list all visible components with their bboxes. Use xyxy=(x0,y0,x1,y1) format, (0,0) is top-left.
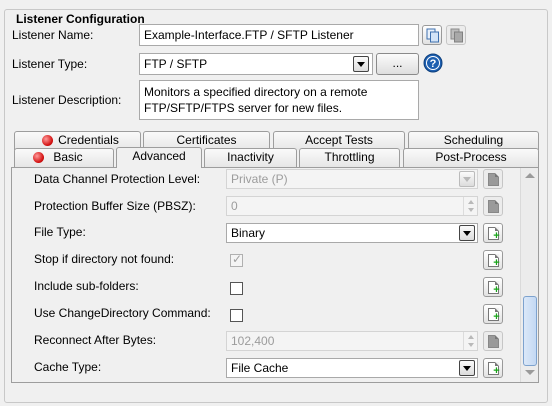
chevron-down-icon[interactable] xyxy=(353,56,369,72)
tab-basic[interactable]: Basic xyxy=(14,148,114,167)
add-property-icon xyxy=(488,173,499,186)
tab-throttling-label: Throttling xyxy=(324,150,375,164)
tab-inactivity-label: Inactivity xyxy=(227,150,274,164)
stop-if-missing-checkbox[interactable]: ✓ xyxy=(230,252,243,267)
file-type-label: File Type: xyxy=(34,225,86,239)
cache-type-value: File Cache xyxy=(231,361,289,375)
file-type-select[interactable]: Binary xyxy=(226,223,478,243)
add-property-icon xyxy=(488,200,499,213)
svg-text:?: ? xyxy=(430,58,437,70)
add-property-icon xyxy=(488,335,499,348)
copy-icon xyxy=(426,28,440,43)
chevron-down-icon[interactable] xyxy=(459,225,475,241)
data-channel-select[interactable]: Private (P) xyxy=(226,169,478,189)
group-title: Listener Configuration xyxy=(13,12,148,26)
reconnect-input[interactable]: 102,400 xyxy=(226,331,478,351)
add-property-button[interactable]: + xyxy=(483,250,503,270)
error-indicator-icon xyxy=(33,152,44,163)
reconnect-spinner[interactable] xyxy=(463,332,477,350)
scroll-down-icon[interactable] xyxy=(525,370,535,375)
use-cd-label: Use ChangeDirectory Command: xyxy=(34,306,211,320)
listener-name-input[interactable]: Example-Interface.FTP / SFTP Listener xyxy=(139,24,419,46)
help-icon[interactable]: ? xyxy=(423,53,443,73)
listener-name-label: Listener Name: xyxy=(12,28,94,42)
pbsz-label: Protection Buffer Size (PBSZ): xyxy=(34,199,196,213)
tab-accept-tests-label: Accept Tests xyxy=(305,133,373,147)
listener-type-label: Listener Type: xyxy=(12,57,88,71)
listener-description-input[interactable]: Monitors a specified directory on a remo… xyxy=(139,80,419,120)
error-indicator-icon xyxy=(42,135,53,146)
tab-basic-label: Basic xyxy=(53,150,83,164)
cache-type-select[interactable]: File Cache xyxy=(226,358,478,378)
pbsz-input[interactable]: 0 xyxy=(226,196,478,216)
use-cd-checkbox[interactable] xyxy=(230,309,243,322)
tab-advanced-label: Advanced xyxy=(132,149,186,163)
add-property-button[interactable] xyxy=(483,196,503,216)
tab-scheduling-label: Scheduling xyxy=(443,133,504,147)
add-property-button[interactable]: + xyxy=(483,304,503,324)
tab-inactivity[interactable]: Inactivity xyxy=(204,148,297,167)
chevron-down-icon[interactable] xyxy=(459,360,475,376)
listener-description-label: Listener Description: xyxy=(12,93,122,107)
file-type-value: Binary xyxy=(231,226,266,240)
listener-type-browse-button[interactable]: ... xyxy=(376,53,419,75)
copy-button[interactable] xyxy=(422,25,442,45)
data-channel-value: Private (P) xyxy=(231,172,288,186)
add-property-button[interactable]: + xyxy=(483,358,503,378)
include-subfolders-label: Include sub-folders: xyxy=(34,279,139,293)
add-property-button[interactable]: + xyxy=(483,277,503,297)
listener-type-select[interactable]: FTP / SFTP xyxy=(139,53,373,75)
vertical-scrollbar[interactable] xyxy=(520,168,538,382)
tab-certificates-label: Certificates xyxy=(176,133,237,147)
reconnect-label: Reconnect After Bytes: xyxy=(34,333,157,347)
description-line-2: FTP/SFTP/FTPS server for new files. xyxy=(144,101,343,115)
scroll-up-icon[interactable] xyxy=(525,173,535,178)
cache-type-label: Cache Type: xyxy=(34,360,102,374)
paste-button[interactable] xyxy=(446,25,466,45)
add-property-button[interactable] xyxy=(483,331,503,351)
reconnect-value: 102,400 xyxy=(231,334,275,348)
pbsz-spinner[interactable] xyxy=(463,197,477,215)
scrollbar-thumb[interactable] xyxy=(523,296,537,366)
stop-if-missing-label: Stop if directory not found: xyxy=(34,252,175,266)
tab-post-process[interactable]: Post-Process xyxy=(403,148,539,167)
add-property-button[interactable]: + xyxy=(483,223,503,243)
add-property-button[interactable] xyxy=(483,169,503,189)
chevron-down-icon[interactable] xyxy=(459,171,475,187)
tab-post-process-label: Post-Process xyxy=(435,150,507,164)
data-channel-label: Data Channel Protection Level: xyxy=(34,172,201,186)
tab-throttling[interactable]: Throttling xyxy=(299,148,400,167)
tab-advanced[interactable]: Advanced xyxy=(116,147,202,168)
pbsz-value: 0 xyxy=(231,199,238,213)
advanced-panel: Data Channel Protection Level: Private (… xyxy=(11,167,539,383)
description-line-1: Monitors a specified directory on a remo… xyxy=(144,85,368,99)
listener-type-value: FTP / SFTP xyxy=(144,57,208,71)
checkmark-icon: ✓ xyxy=(232,252,243,266)
paste-icon xyxy=(450,28,464,43)
include-subfolders-checkbox[interactable] xyxy=(230,282,243,295)
